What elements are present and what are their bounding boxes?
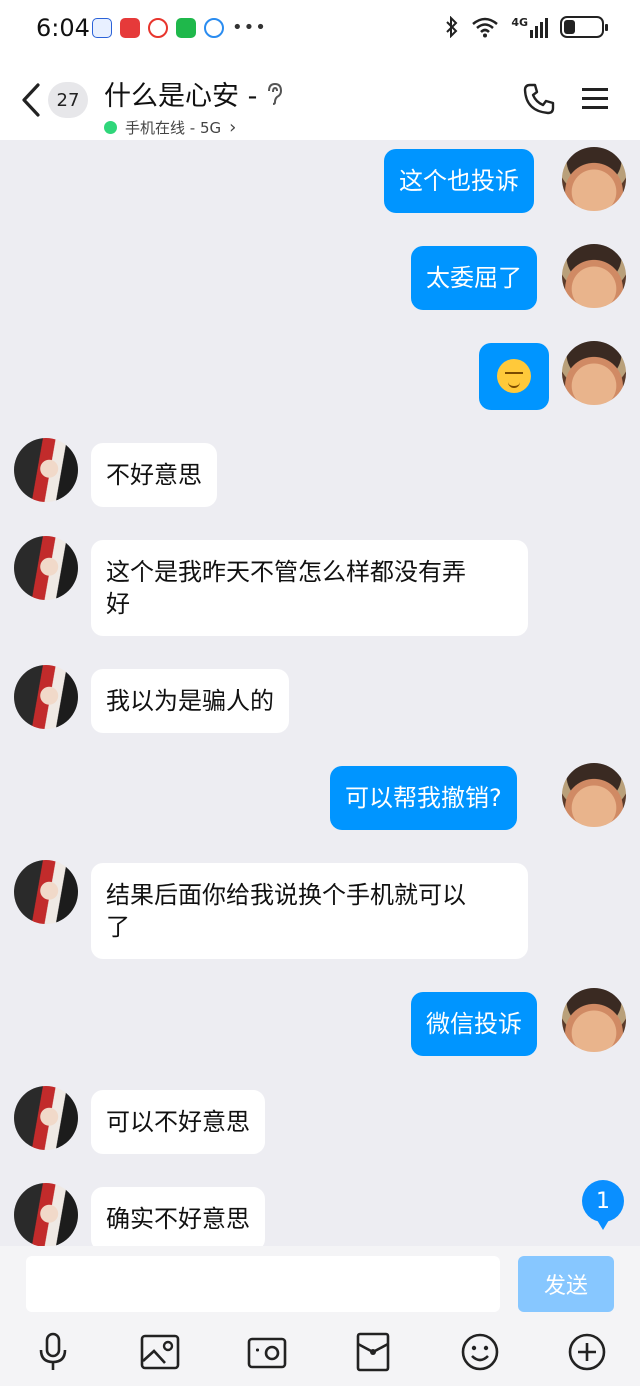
my-avatar[interactable]	[562, 244, 626, 308]
message-bubble-received[interactable]: 不好意思	[91, 443, 217, 507]
send-button[interactable]: 发送	[518, 1256, 614, 1312]
battery-icon	[560, 16, 608, 38]
message-list[interactable]: 这个也投诉 太委屈了 不好意思 这个是我昨天不管怎么样都没有弄 好 我以为是骗人…	[0, 140, 640, 1246]
menu-icon[interactable]	[580, 86, 610, 112]
back-button[interactable]: 27	[20, 80, 94, 120]
photo-button[interactable]	[138, 1330, 182, 1374]
message-bubble-received[interactable]: 确实不好意思	[91, 1187, 265, 1246]
plus-icon	[568, 1333, 606, 1371]
chevron-left-icon	[22, 83, 40, 117]
status-bar: 6:04 ••• 4G	[0, 0, 640, 60]
message-text-line: 了	[106, 913, 130, 941]
chat-header: 27 什么是心安 - 手机在线 - 5G ›	[0, 60, 640, 140]
my-avatar[interactable]	[562, 988, 626, 1052]
voice-button[interactable]	[31, 1330, 75, 1374]
app-notification-icon	[92, 18, 112, 38]
battery-fill	[564, 20, 575, 34]
chat-title: 什么是心安 -	[104, 81, 258, 112]
message-text-line: 好	[106, 590, 130, 618]
message-text-line: 结果后面你给我说换个手机就可以	[106, 881, 466, 909]
more-button[interactable]	[565, 1330, 609, 1374]
status-time: 6:04	[36, 14, 90, 42]
status-indicators: 4G	[445, 16, 608, 38]
microphone-icon	[39, 1332, 67, 1370]
contact-avatar[interactable]	[14, 665, 78, 729]
my-avatar[interactable]	[562, 341, 626, 405]
contact-avatar[interactable]	[14, 438, 78, 502]
emoji-icon	[461, 1333, 499, 1371]
online-indicator	[104, 121, 117, 134]
chevron-right-icon: ›	[229, 117, 237, 138]
check-notification-icon	[204, 18, 224, 38]
wifi-icon	[472, 17, 499, 38]
earpiece-mode-icon	[268, 82, 283, 105]
message-bubble-received[interactable]: 我以为是骗人的	[91, 669, 289, 733]
network-type: 4G	[511, 16, 528, 29]
contact-avatar[interactable]	[14, 860, 78, 924]
contact-avatar[interactable]	[14, 1086, 78, 1150]
contact-avatar[interactable]	[14, 1183, 78, 1246]
bluetooth-icon	[446, 16, 458, 38]
message-bubble-received[interactable]: 这个是我昨天不管怎么样都没有弄 好	[91, 540, 528, 636]
camera-icon	[247, 1337, 287, 1369]
message-bubble-sent[interactable]	[479, 343, 549, 410]
red-packet-icon	[356, 1332, 390, 1372]
message-text-line: 这个是我昨天不管怎么样都没有弄	[106, 558, 466, 586]
unread-count-badge: 27	[48, 82, 88, 118]
my-avatar[interactable]	[562, 147, 626, 211]
composer-toolbar	[0, 1324, 640, 1386]
message-bubble-sent[interactable]: 太委屈了	[411, 246, 537, 310]
phone-call-icon[interactable]	[522, 82, 556, 116]
more-notifications-icon: •••	[232, 17, 267, 38]
grinning-squint-emoji-icon	[497, 359, 531, 393]
emoji-button[interactable]	[458, 1330, 502, 1374]
composer-bar: 发送	[0, 1246, 640, 1324]
message-input[interactable]	[26, 1256, 500, 1312]
weibo-notification-icon	[148, 18, 168, 38]
presence-text: 手机在线 - 5G	[125, 119, 222, 137]
my-avatar[interactable]	[562, 763, 626, 827]
message-bubble-sent[interactable]: 这个也投诉	[384, 149, 534, 213]
presence-status: 手机在线 - 5G ›	[104, 117, 285, 138]
message-bubble-received[interactable]: 可以不好意思	[91, 1090, 265, 1154]
message-bubble-sent[interactable]: 微信投诉	[411, 992, 537, 1056]
chat-title-area[interactable]: 什么是心安 - 手机在线 - 5G ›	[104, 74, 285, 138]
camera-button[interactable]	[245, 1330, 289, 1374]
huawei-notification-icon	[120, 18, 140, 38]
message-bubble-received[interactable]: 结果后面你给我说换个手机就可以 了	[91, 863, 528, 959]
contact-avatar[interactable]	[14, 536, 78, 600]
cellular-signal-icon: 4G	[511, 16, 548, 38]
new-message-badge[interactable]: 1	[582, 1180, 624, 1230]
notification-icons: •••	[92, 18, 267, 38]
image-icon	[140, 1334, 180, 1370]
wechat-notification-icon	[176, 18, 196, 38]
red-packet-button[interactable]	[351, 1330, 395, 1374]
message-bubble-sent[interactable]: 可以帮我撤销?	[330, 766, 517, 830]
